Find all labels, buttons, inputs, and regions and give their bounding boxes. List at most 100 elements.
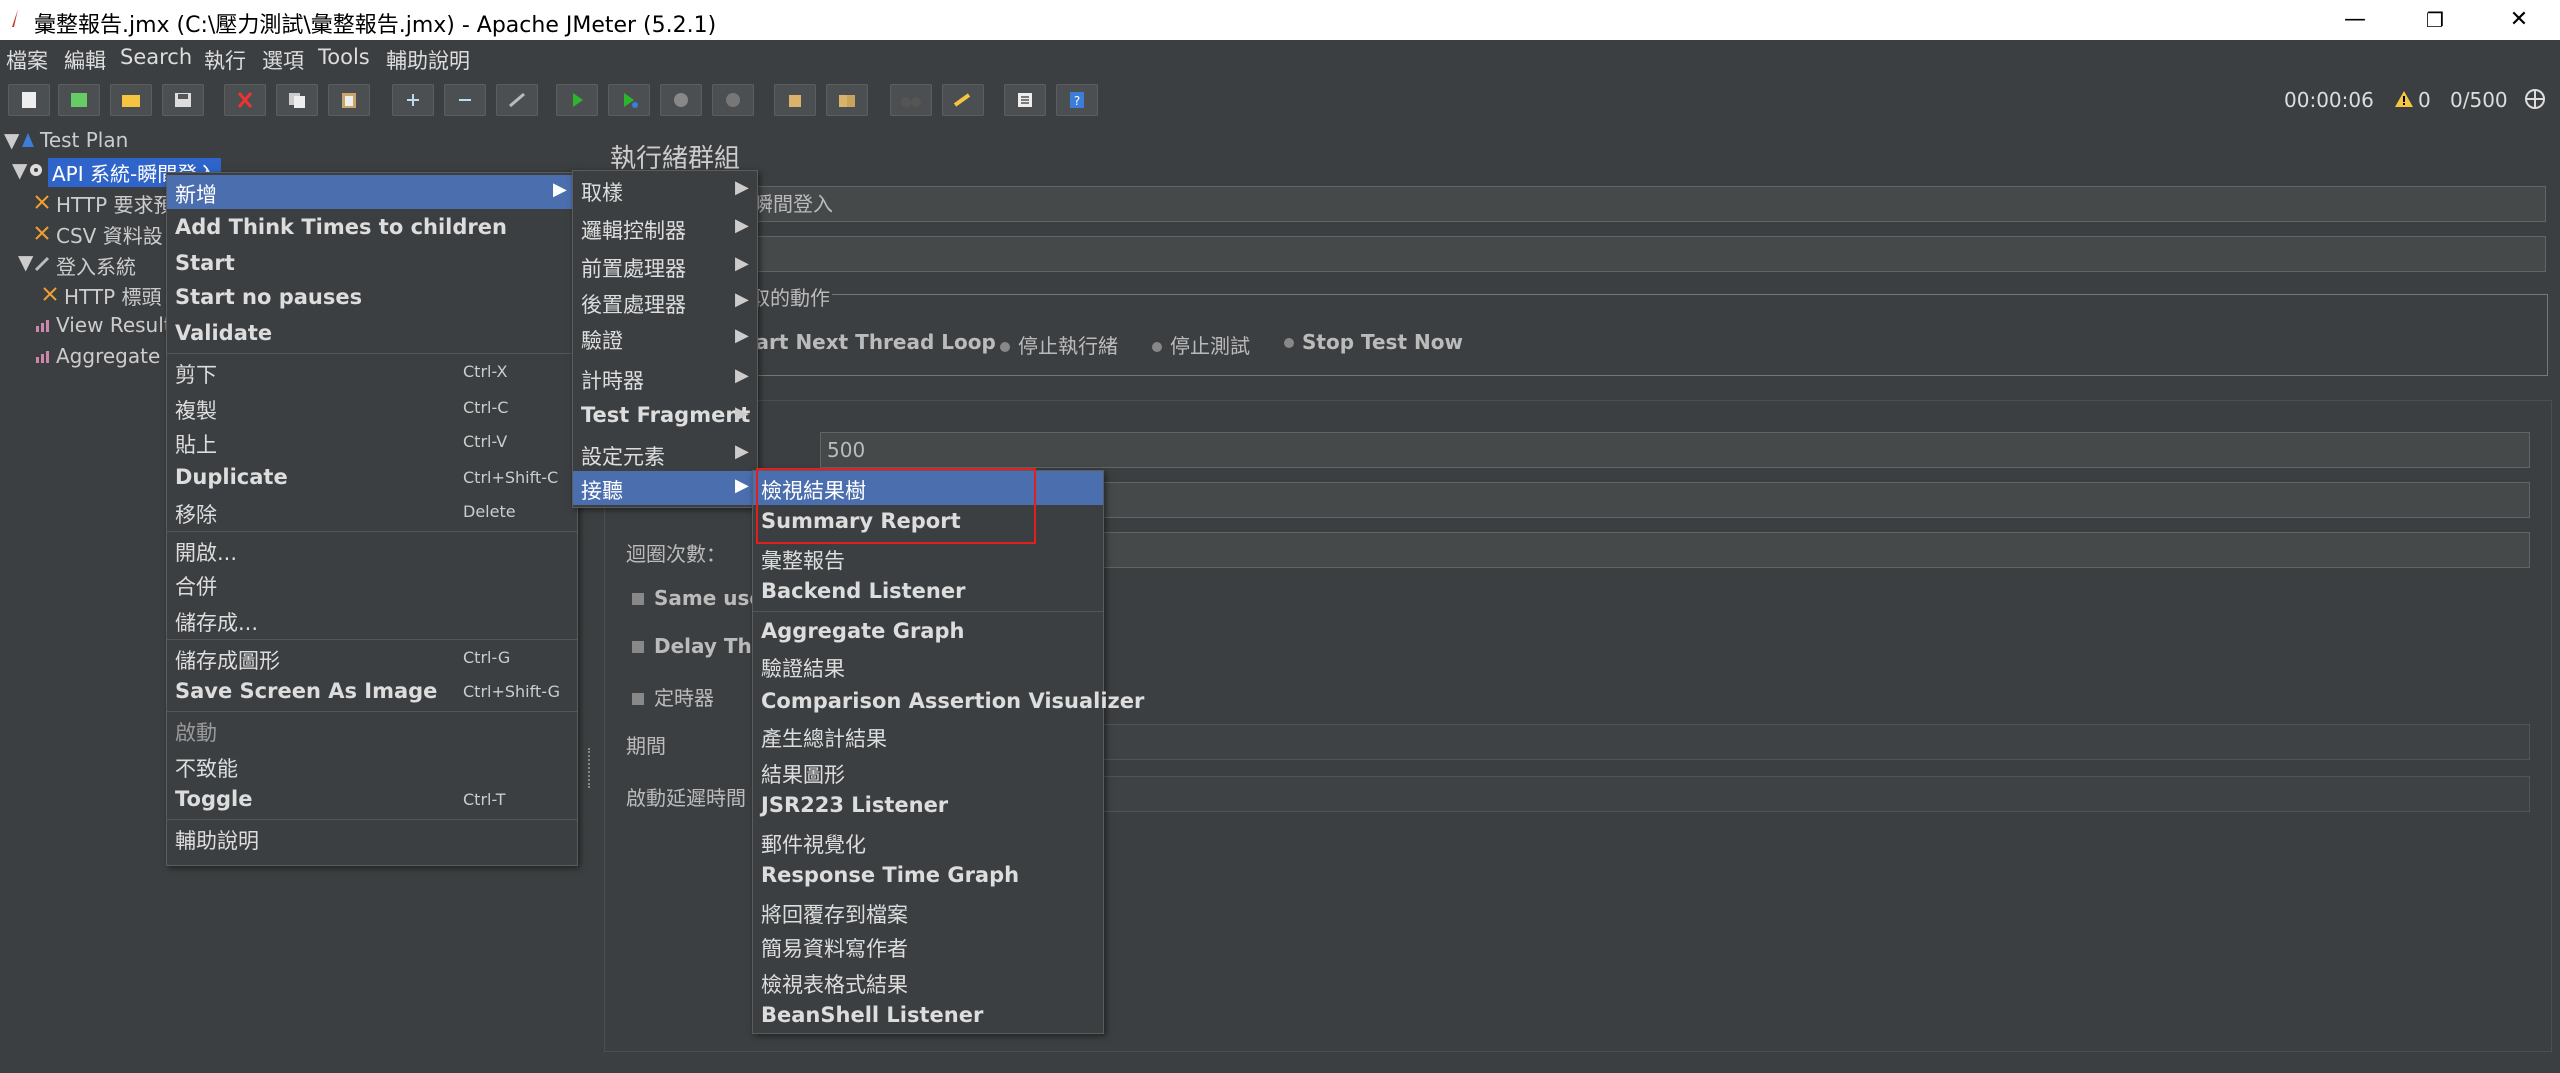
menu-remove[interactable]: 移除 Delete (167, 495, 577, 529)
paste-button[interactable] (328, 84, 370, 116)
menu-run[interactable]: 執行 (204, 45, 246, 75)
search-button[interactable] (890, 84, 932, 116)
menu-start[interactable]: Start (167, 247, 577, 281)
function-helper-button[interactable] (1004, 84, 1046, 116)
expand-all-button[interactable] (392, 84, 434, 116)
listener-assertion-results[interactable]: 驗證結果 (753, 649, 1103, 683)
tree-expand-test-plan[interactable]: ▼ (4, 128, 19, 152)
clear-all-button[interactable] (826, 84, 868, 116)
scheduler-check[interactable] (632, 692, 644, 705)
radio-stop-test[interactable] (1152, 341, 1162, 352)
stop-button[interactable] (660, 84, 702, 116)
listener-mailer-visualizer[interactable]: 郵件視覺化 (753, 825, 1103, 859)
menu-search[interactable]: Search (120, 45, 192, 69)
submenu-pre-processors[interactable]: 前置處理器 ▶ (573, 249, 757, 283)
tree-item-aggregate-report[interactable]: Aggregate R (56, 344, 181, 368)
menu-save-node-image[interactable]: 儲存成圖形 Ctrl-G (167, 641, 577, 675)
close-button[interactable]: ✕ (2484, 0, 2554, 40)
start-no-pauses-button[interactable] (608, 84, 650, 116)
menu-validate[interactable]: Validate (167, 317, 577, 351)
same-user-checkbox[interactable]: Same use (632, 586, 763, 610)
help-button[interactable]: ? (1056, 84, 1098, 116)
minimize-button[interactable]: — (2320, 0, 2390, 40)
reset-search-button[interactable] (942, 84, 984, 116)
action-start-next-loop[interactable]: tart Next Thread Loop (746, 330, 996, 354)
same-user-check[interactable] (632, 592, 644, 605)
menu-cut[interactable]: 剪下 Ctrl-X (167, 355, 577, 389)
action-stop-now[interactable]: Stop Test Now (1284, 330, 1463, 354)
listener-graph-results[interactable]: 結果圖形 (753, 755, 1103, 789)
menu-toggle[interactable]: Toggle Ctrl-T (167, 783, 577, 817)
cut-button[interactable] (224, 84, 266, 116)
listener-simple-data-writer[interactable]: 簡易資料寫作者 (753, 929, 1103, 963)
tree-item-csv-config[interactable]: CSV 資料設 (56, 220, 163, 249)
listener-response-time-graph[interactable]: Response Time Graph (753, 859, 1103, 893)
templates-button[interactable] (58, 84, 100, 116)
menu-tools[interactable]: Tools (318, 45, 370, 69)
listener-aggregate-report[interactable]: 彙整報告 (753, 541, 1103, 575)
name-field[interactable]: 瞬間登入 (746, 186, 2546, 222)
menu-file[interactable]: 檔案 (6, 45, 48, 75)
delay-thread-check[interactable] (632, 640, 644, 653)
menu-help-item[interactable]: 輔助說明 (167, 821, 577, 855)
menu-save-as[interactable]: 儲存成... (167, 603, 577, 637)
tree-item-view-results[interactable]: View Result (56, 313, 172, 337)
menu-add-think-times[interactable]: Add Think Times to children (167, 211, 577, 245)
toggle-button[interactable] (496, 84, 538, 116)
remote-globe-icon[interactable] (2524, 88, 2546, 110)
submenu-sampler[interactable]: 取樣 ▶ (573, 173, 757, 207)
start-button[interactable] (556, 84, 598, 116)
threads-field[interactable]: 500 (820, 432, 2530, 468)
copy-button[interactable] (276, 84, 318, 116)
menu-edit[interactable]: 編輯 (64, 45, 106, 75)
open-button[interactable] (110, 84, 152, 116)
save-button[interactable] (162, 84, 204, 116)
menu-add[interactable]: 新增 ▶ (167, 175, 577, 209)
listener-view-results-table[interactable]: 檢視表格式結果 (753, 965, 1103, 999)
listener-save-responses[interactable]: 將回覆存到檔案 (753, 895, 1103, 929)
divider-grip[interactable] (588, 748, 596, 788)
submenu-logic-controller[interactable]: 邏輯控制器 ▶ (573, 211, 757, 245)
menu-help[interactable]: 輔助說明 (386, 45, 470, 75)
listener-backend-listener[interactable]: Backend Listener (753, 575, 1103, 609)
comments-field[interactable] (746, 236, 2546, 272)
action-stop-test[interactable]: 停止測試 (1152, 330, 1250, 359)
scheduler-checkbox[interactable]: 定時器 (632, 682, 714, 711)
menu-enable[interactable]: 啟動 (167, 713, 577, 747)
tree-item-http-header[interactable]: HTTP 標頭 (64, 281, 162, 310)
submenu-listeners[interactable]: 接聽 ▶ (573, 471, 757, 505)
menu-paste[interactable]: 貼上 Ctrl-V (167, 425, 577, 459)
listener-generate-summary[interactable]: 產生總計結果 (753, 719, 1103, 753)
tree-expand-login[interactable]: ▼ (18, 250, 33, 274)
submenu-test-fragment[interactable]: Test Fragment ▶ (573, 399, 757, 433)
warning-icon[interactable] (2394, 90, 2414, 108)
menu-open[interactable]: 開啟... (167, 533, 577, 567)
listener-jsr223[interactable]: JSR223 Listener (753, 789, 1103, 823)
menu-copy[interactable]: 複製 Ctrl-C (167, 391, 577, 425)
listener-comparison-assertion[interactable]: Comparison Assertion Visualizer (753, 685, 1144, 719)
listener-beanshell[interactable]: BeanShell Listener (753, 999, 1103, 1033)
clear-button[interactable] (774, 84, 816, 116)
menu-start-no-pauses[interactable]: Start no pauses (167, 281, 577, 315)
listener-aggregate-graph[interactable]: Aggregate Graph (753, 615, 1103, 649)
tree-expand-thread-group[interactable]: ▼ (12, 158, 27, 182)
tree-item-http-defaults[interactable]: HTTP 要求預 (56, 189, 174, 218)
menu-duplicate[interactable]: Duplicate Ctrl+Shift-C (167, 461, 577, 495)
submenu-config-elements[interactable]: 設定元素 ▶ (573, 437, 757, 471)
menu-merge[interactable]: 合併 (167, 567, 577, 601)
radio-stop-now[interactable] (1284, 337, 1294, 348)
menu-save-screen-image[interactable]: Save Screen As Image Ctrl+Shift-G (167, 675, 577, 709)
new-button[interactable] (8, 84, 50, 116)
submenu-assertions[interactable]: 驗證 ▶ (573, 321, 757, 355)
collapse-all-button[interactable] (444, 84, 486, 116)
action-stop-thread[interactable]: 停止執行緒 (1000, 330, 1118, 359)
menu-options[interactable]: 選項 (262, 45, 304, 75)
submenu-timers[interactable]: 計時器 ▶ (573, 361, 757, 395)
submenu-post-processors[interactable]: 後置處理器 ▶ (573, 285, 757, 319)
menu-disable[interactable]: 不致能 (167, 749, 577, 783)
shutdown-button[interactable] (712, 84, 754, 116)
tree-item-login[interactable]: 登入系統 (56, 251, 136, 280)
restore-button[interactable]: ❐ (2400, 0, 2470, 40)
tree-item-test-plan[interactable]: Test Plan (40, 128, 128, 152)
radio-stop-thread[interactable] (1000, 341, 1010, 352)
